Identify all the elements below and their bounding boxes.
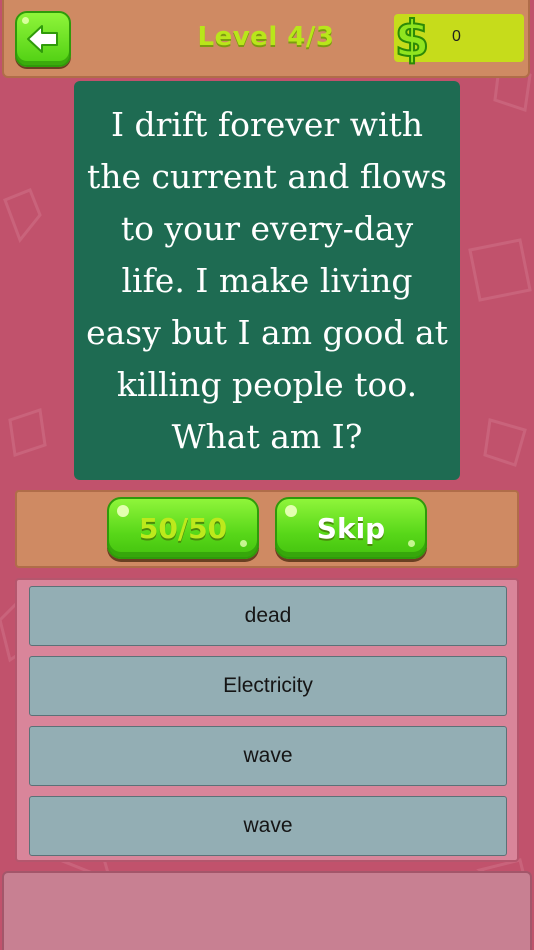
button-shine	[285, 505, 297, 517]
fifty-fifty-button[interactable]: 50/50	[107, 497, 259, 559]
dollar-icon: $	[394, 9, 431, 68]
fifty-fifty-label: 50/50	[138, 511, 228, 545]
skip-button[interactable]: Skip	[275, 497, 427, 559]
button-shine	[240, 540, 247, 547]
answer-option-3[interactable]: wave	[29, 726, 507, 786]
answer-option-1[interactable]: dead	[29, 586, 507, 646]
top-bar: Level 4/3 $ 0	[2, 0, 530, 78]
lifeline-panel: 50/50 Skip	[15, 490, 519, 568]
coin-counter: $ 0	[394, 9, 524, 68]
coin-value: 0	[452, 28, 461, 45]
svg-text:$: $	[395, 10, 430, 68]
question-text: I drift forever with the current and flo…	[86, 104, 448, 456]
answer-option-4[interactable]: wave	[29, 796, 507, 856]
question-card: I drift forever with the current and flo…	[74, 81, 460, 480]
bottom-bar	[2, 871, 532, 950]
answers-panel: dead Electricity wave wave	[15, 578, 519, 862]
answer-option-2[interactable]: Electricity	[29, 656, 507, 716]
button-shine	[117, 505, 129, 517]
button-shine	[408, 540, 415, 547]
skip-label: Skip	[316, 511, 386, 545]
